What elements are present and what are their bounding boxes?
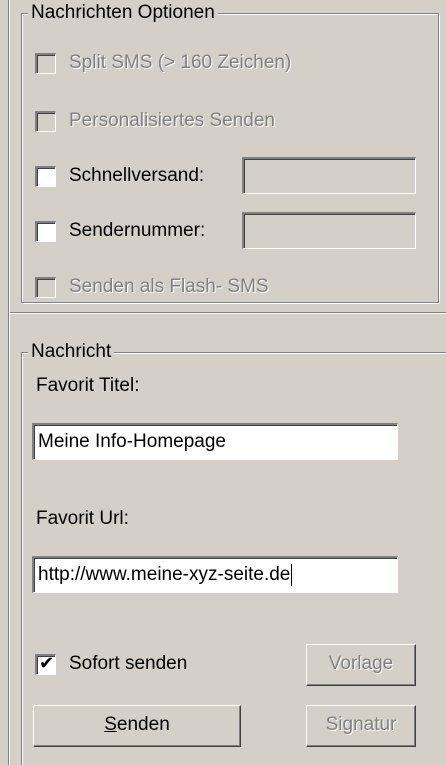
favorite-title-label: Favorit Titel: [36,375,140,396]
checkmark-icon: ✔ [39,652,55,674]
send-button[interactable]: Senden [33,705,241,747]
sender-number-checkbox[interactable] [35,220,56,242]
send-now-checkbox[interactable]: ✔ [35,652,56,675]
personalized-option: Personalisiertes Senden [35,110,275,132]
split-sms-option: Split SMS (> 160 Zeichen) [35,52,291,74]
favorite-url-input[interactable]: http://www.meine-xyz-seite.de [32,556,398,593]
send-now-label: Sofort senden [69,653,188,674]
favorite-title-value: Meine Info-Homepage [38,431,226,452]
express-checkbox[interactable] [35,165,56,187]
signature-button[interactable]: Signatur [306,705,416,747]
sender-number-label: Sendernummer: [69,220,206,241]
flash-sms-checkbox[interactable] [35,276,56,298]
split-sms-checkbox[interactable] [35,52,56,74]
favorite-url-label: Favorit Url: [36,508,129,529]
text-cursor [291,563,293,586]
sender-number-field[interactable] [242,212,416,249]
flash-sms-label: Senden als Flash- SMS [69,276,269,297]
message-group-legend: Nachricht [28,340,115,364]
sender-number-option: Sendernummer: [35,220,205,242]
favorite-url-value: http://www.meine-xyz-seite.de [38,564,291,585]
group-separator [10,312,446,314]
send-button-mnemonic: S [104,714,117,735]
express-label: Schnellversand: [69,165,205,186]
sms-options-panel: Nachrichten Optionen Split SMS (> 160 Ze… [0,0,446,765]
express-option: Schnellversand: [35,165,204,187]
favorite-title-input[interactable]: Meine Info-Homepage [32,423,398,460]
send-button-label: enden [116,714,170,735]
send-now-option: ✔ Sofort senden [35,653,187,675]
express-field[interactable] [242,157,416,194]
personalized-label: Personalisiertes Senden [69,110,275,131]
template-button[interactable]: Vorlage [306,644,416,686]
flash-sms-option: Senden als Flash- SMS [35,276,269,298]
split-sms-label: Split SMS (> 160 Zeichen) [69,52,292,73]
personalized-checkbox[interactable] [35,110,56,132]
options-group-legend: Nachrichten Optionen [28,1,218,25]
